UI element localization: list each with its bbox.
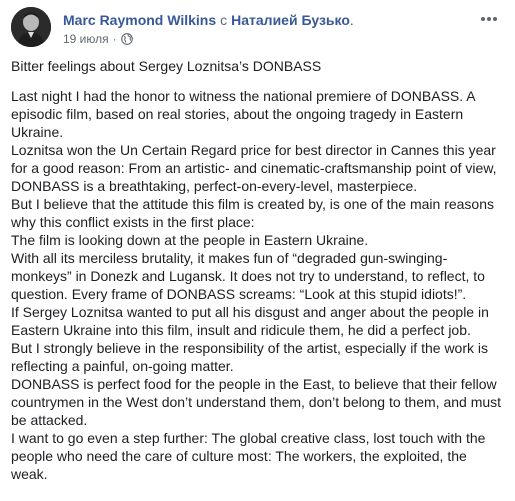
post-paragraph: I want to go even a step further: The gl…	[11, 430, 486, 482]
author-line: Marc Raymond Wilkins с Наталией Бузько.	[63, 11, 354, 29]
post-meta: 19 июля ·	[63, 31, 133, 47]
facebook-post: Marc Raymond Wilkins с Наталией Бузько. 19…	[0, 0, 515, 501]
globe-icon[interactable]	[120, 33, 133, 45]
post-paragraph: If Sergey Loznitsa wanted to put all his…	[11, 304, 489, 338]
post-paragraph: Loznitsa won the Un Certain Regard price…	[11, 142, 497, 194]
with-word: с	[220, 12, 228, 28]
tagged-suffix: .	[349, 12, 354, 28]
post-header: Marc Raymond Wilkins с Наталией Бузько. 19…	[11, 7, 505, 49]
post-paragraph: The film is looking down at the people i…	[11, 232, 369, 248]
tagged-person-link[interactable]: Наталией Бузько	[231, 12, 350, 28]
post-body: Bitter feelings about Sergey Loznitsa’s …	[11, 57, 507, 483]
post-date-link[interactable]: 19 июля	[63, 31, 109, 47]
post-paragraph: But I strongly believe in the responsibi…	[11, 340, 488, 374]
meta-separator: ·	[112, 32, 117, 46]
more-options-button[interactable]	[479, 11, 499, 27]
post-paragraph: But I believe that the attitude this fil…	[11, 196, 494, 230]
post-paragraph: Last night I had the honor to witness th…	[11, 88, 475, 140]
post-paragraph: With all its merciless brutality, it mak…	[11, 250, 485, 302]
author-name-link[interactable]: Marc Raymond Wilkins	[63, 12, 216, 28]
avatar[interactable]	[11, 7, 51, 47]
more-horizontal-icon	[481, 17, 497, 21]
post-paragraph: DONBASS is perfect food for the people i…	[11, 376, 502, 428]
post-title: Bitter feelings about Sergey Loznitsa’s …	[11, 58, 322, 74]
avatar-photo	[11, 7, 51, 47]
